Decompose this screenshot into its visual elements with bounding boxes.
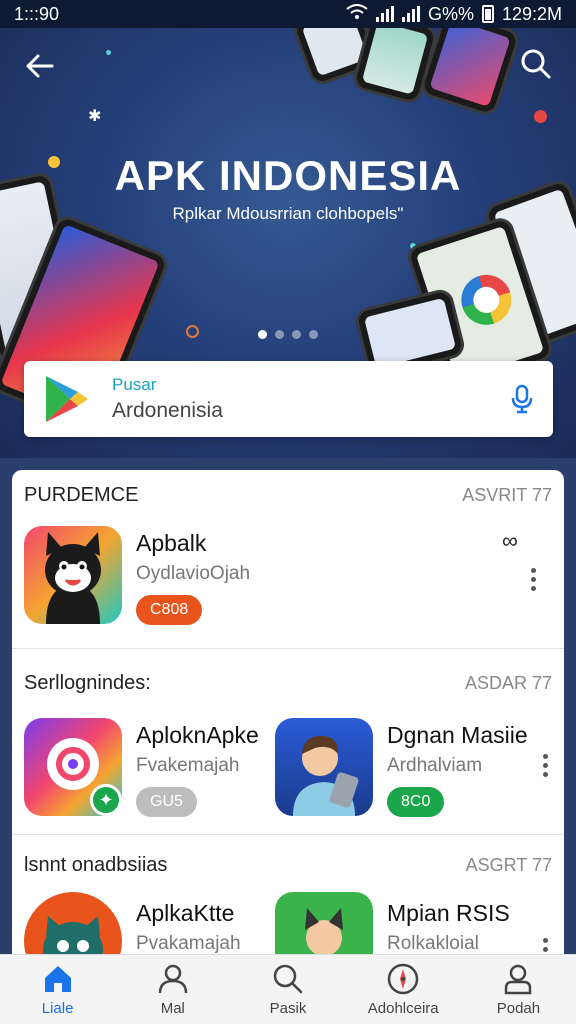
person-icon [158, 964, 188, 994]
search-bar[interactable]: Pusar Ardonenisia [24, 361, 553, 437]
battery-icon [481, 5, 494, 23]
section-header: PURDEMCE ASVRIT 77 [24, 484, 552, 507]
nav-label: Pasik [269, 1000, 307, 1017]
app-icon [24, 526, 122, 624]
status-time: 1:::90 [14, 3, 60, 24]
microphone-icon[interactable] [509, 384, 535, 414]
carousel-pager [0, 330, 576, 339]
search-label: Pusar [112, 375, 157, 394]
profile-icon [505, 964, 532, 995]
nav-label: Mal [160, 1000, 185, 1017]
hero-title: APK INDONESIA [114, 152, 462, 199]
nav-item-home[interactable]: Liale [0, 955, 115, 1024]
home-icon [44, 966, 71, 992]
sparkle-icon: ✱ [88, 108, 102, 125]
signal-icon [375, 6, 394, 22]
app-name: Apbalk [136, 530, 207, 556]
app-card[interactable]: ✦ AploknApke Fvakemajah GU5 [24, 718, 264, 817]
back-arrow-icon[interactable] [22, 48, 58, 84]
wifi-icon [346, 3, 368, 25]
section-title: lsnnt onadbsiias [24, 854, 168, 876]
hero-subtitle: Rplkar Mdousrrian clohbopels" [172, 204, 404, 223]
section-title: Serllognindes: [24, 672, 151, 694]
bottom-navigation: Liale Mal Pasik Adohlceira Podah [0, 954, 576, 1024]
app-subtitle: Rolkakloial [387, 933, 479, 954]
nav-label: Adohlceira [367, 1000, 439, 1017]
search-input[interactable]: Ardonenisia [112, 399, 509, 423]
decor-dot [106, 50, 111, 55]
hero-banner: ✱ APK INDONESIA Rplkar Mdousrrian clohbo… [0, 28, 576, 458]
signal-icon-2 [401, 6, 420, 22]
app-icon: ✦ [24, 718, 122, 816]
decor-dot [534, 110, 547, 123]
compass-icon [387, 963, 419, 995]
app-subtitle: Pvakamajah [136, 933, 241, 954]
play-store-logo-icon [46, 376, 88, 422]
section-more-link[interactable]: ASDAR 77 [465, 673, 552, 694]
app-subtitle: OydlaviоOjah [136, 563, 251, 584]
search-icon [273, 964, 303, 994]
app-card[interactable]: Apbalk OydlaviоOjah C808 ∞ [24, 526, 544, 625]
verified-badge-icon: ✦ [90, 784, 122, 816]
content-sheet: PURDEMCE ASVRIT 77 Apbalk OydlaviоOjah C… [12, 470, 564, 990]
app-badge[interactable]: C808 [136, 595, 203, 625]
nav-label: Podah [496, 1000, 541, 1017]
section-more-link[interactable]: ASGRT 77 [466, 855, 552, 876]
search-icon[interactable] [518, 46, 554, 82]
pager-dot[interactable] [309, 330, 318, 339]
more-options-icon[interactable] [531, 568, 537, 591]
section-divider [12, 648, 564, 649]
section-title: PURDEMCE [24, 484, 139, 506]
app-card[interactable]: Dgnan Masiie Ardhalviam 8C0 [275, 718, 545, 817]
nav-item-search[interactable]: Pasik [230, 955, 345, 1024]
section-more-link[interactable]: ASVRIT 77 [462, 485, 552, 506]
status-bar: 1:::90 G%% 129:2M [0, 0, 576, 28]
app-name: Mpian RSIS [387, 900, 510, 926]
nav-item-mal[interactable]: Mal [115, 955, 230, 1024]
link-icon[interactable]: ∞ [502, 528, 518, 554]
section-header: lsnnt onadbsiias ASGRT 77 [24, 854, 552, 877]
pager-dot[interactable] [292, 330, 301, 339]
status-clock: 129:2M [501, 3, 562, 24]
app-badge[interactable]: 8C0 [387, 787, 445, 817]
nav-item-profile[interactable]: Podah [461, 955, 576, 1024]
app-name: AploknApke [136, 722, 259, 748]
pager-dot[interactable] [258, 330, 267, 339]
phone-illustration [418, 28, 522, 119]
more-options-icon[interactable] [543, 754, 549, 777]
app-icon [275, 718, 373, 816]
app-subtitle: Fvakemajah [136, 755, 240, 776]
battery-percent: G%% [427, 3, 474, 24]
nav-label: Liale [41, 1000, 74, 1017]
section-divider [12, 834, 564, 835]
app-name: Dgnan Masiie [387, 722, 528, 748]
section-header: Serllognindes: ASDAR 77 [24, 672, 552, 695]
pager-dot[interactable] [275, 330, 284, 339]
app-name: AplkaKtte [136, 900, 235, 926]
nav-item-explore[interactable]: Adohlceira [346, 955, 461, 1024]
app-badge[interactable]: GU5 [136, 787, 197, 817]
app-subtitle: Ardhalviam [387, 755, 483, 776]
